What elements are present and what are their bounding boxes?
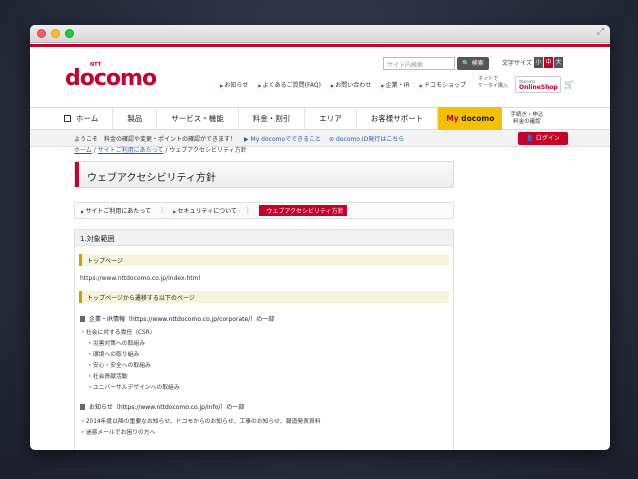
text-size-medium-button[interactable]: 中 (544, 57, 553, 68)
list-item[interactable]: ・安心・安全への取組み (87, 360, 151, 369)
page-title: ウェブアクセシビリティ方針 (87, 173, 216, 184)
tab-separator: | (246, 207, 249, 214)
title-bar: ⤢ (30, 25, 610, 43)
net-purchase-line2: ケータイ購入 (478, 83, 509, 89)
news-heading: お知らせ（https://www.nttdocomo.co.jp/info/）の… (80, 402, 244, 411)
list-item-label: 2014年度以降の重要なお知らせ、ドコモからのお知らせ、工事のお知らせ、報道発表… (85, 419, 321, 425)
section-tabs: サイトご利用にあたって | セキュリティについて | ウェブアクセシビリティ方針 (74, 202, 454, 219)
list-item[interactable]: ・迷惑メールでお困りの方へ (80, 427, 155, 436)
net-purchase-link[interactable]: ネットで ケータイ購入 (478, 76, 508, 90)
list-item[interactable]: ・社会に対する責任（CSR） (80, 327, 156, 336)
text-size-large-button[interactable]: 大 (554, 57, 563, 68)
docomo-logo[interactable]: docomo (65, 66, 157, 91)
text-size-label: 文字サイズ (502, 60, 532, 67)
list-item-label: 災害対策への取組み (92, 341, 145, 347)
link-faq[interactable]: よくあるご質問(FAQ) (258, 80, 321, 89)
subheading-top-page: トップページ (79, 254, 449, 266)
search-button-label: 検索 (471, 60, 484, 67)
link-icon: ⊘ (329, 135, 336, 143)
section-heading: 1.対象範囲 (75, 230, 453, 246)
procedures-line2: 料金の確認 (513, 118, 541, 125)
browser-window: ⤢ NTT docomo サイト内検索 🔍 検索 文字サイズ 小 中 大 お知ら… (30, 25, 610, 450)
list-item[interactable]: ・災害対策への取組み (87, 338, 145, 347)
text-size-small-button[interactable]: 小 (534, 57, 543, 68)
list-item[interactable]: ・2014年度以降の重要なお知らせ、ドコモからのお知らせ、工事のお知らせ、報道発… (80, 416, 321, 425)
docomo-id-link-label: docomo ID発行はこちら (335, 135, 405, 143)
minimize-button[interactable] (51, 29, 60, 38)
breadcrumb-site-use[interactable]: サイトご利用にあたって (98, 147, 164, 154)
online-shop-label: OnlineShop (519, 84, 558, 91)
nav-item-pricing[interactable]: 料金・割引 (239, 107, 306, 130)
mydocomo-prefix: My (446, 114, 459, 123)
close-button[interactable] (37, 29, 46, 38)
nav-item-home[interactable]: ホーム (30, 107, 114, 130)
list-item-label: 環境への取り組み (92, 352, 140, 358)
link-contact[interactable]: お問い合わせ (331, 80, 371, 89)
nav-item-mydocomo[interactable]: My docomo (438, 107, 503, 130)
list-item-label: ユニバーサルデザインへの取組み (92, 385, 180, 391)
nav-item-products[interactable]: 製品 (113, 107, 158, 130)
list-item-label: 社会貢献活動 (92, 374, 128, 380)
nav-item-services[interactable]: サービス・機能 (157, 107, 239, 130)
corporate-ir-heading: 企業・IR情報（https://www.nttdocomo.co.jp/corp… (80, 314, 274, 323)
zoom-button[interactable] (65, 29, 74, 38)
tab-site-use[interactable]: サイトご利用にあたって (81, 206, 151, 215)
search-button[interactable]: 🔍 検索 (457, 57, 489, 70)
subheading-linked-pages: トップページから遷移する以下のページ (79, 291, 449, 303)
site-header: NTT docomo サイト内検索 🔍 検索 文字サイズ 小 中 大 お知らせ … (30, 47, 610, 107)
login-label: ログイン (535, 135, 560, 142)
docomo-id-link[interactable]: ⊘ docomo ID発行はこちら (329, 134, 404, 143)
breadcrumb-current: ウェブアクセシビリティ方針 (169, 147, 247, 154)
link-news[interactable]: お知らせ (220, 80, 248, 89)
fullscreen-icon[interactable]: ⤢ (597, 27, 604, 37)
top-page-url[interactable]: https://www.nttdocomo.co.jp/index.html (80, 275, 200, 282)
login-button[interactable]: 👤 ログイン (518, 132, 568, 145)
tab-separator: | (161, 207, 164, 214)
online-shop-button[interactable]: docomo OnlineShop (515, 76, 561, 93)
link-docomo-shop[interactable]: ドコモショップ (420, 80, 466, 89)
nav-item-support[interactable]: お客様サポート (357, 107, 439, 130)
procedures-line1: 手続き・申込 (510, 111, 544, 118)
tab-accessibility[interactable]: ウェブアクセシビリティ方針 (258, 205, 347, 216)
scope-section: 1.対象範囲 トップページ https://www.nttdocomo.co.j… (74, 229, 454, 450)
list-item[interactable]: ・環境への取り組み (87, 349, 139, 358)
list-item[interactable]: ・社会貢献活動 (87, 371, 128, 380)
site-search-input[interactable]: サイト内検索 (383, 57, 455, 70)
welcome-text: ようこそ 料金の確認や変更・ポイントの確認ができます！ (74, 135, 237, 143)
breadcrumb-home[interactable]: ホーム (74, 147, 92, 154)
list-item-label: 社会に対する責任（CSR） (85, 330, 156, 336)
main-navigation: ホーム 製品 サービス・機能 料金・割引 エリア お客様サポート My doco… (30, 107, 610, 130)
breadcrumb: ホーム / サイトご利用にあたって / ウェブアクセシビリティ方針 (74, 145, 247, 154)
nav-item-procedures[interactable]: 手続き・申込 料金の確認 (502, 112, 543, 126)
nav-item-area[interactable]: エリア (305, 107, 357, 130)
page-title-box: ウェブアクセシビリティ方針 (74, 161, 454, 188)
link-corporate-ir[interactable]: 企業・IR (381, 80, 410, 89)
header-utility-links: お知らせ よくあるご質問(FAQ) お問い合わせ 企業・IR ドコモショップ (220, 80, 466, 89)
person-icon: 👤 (526, 135, 536, 142)
list-item-label: 迷惑メールでお困りの方へ (85, 430, 156, 436)
list-item[interactable]: ・ユニバーサルデザインへの取組み (87, 382, 180, 391)
net-purchase-line1: ネットで (478, 76, 499, 82)
mydocomo-features-link[interactable]: ▶ My docomoでできること (244, 134, 321, 143)
home-icon (64, 115, 71, 122)
cart-icon[interactable]: 🛒 (564, 80, 574, 89)
tab-security[interactable]: セキュリティについて (173, 206, 236, 215)
mydocomo-label: docomo (461, 114, 495, 123)
search-icon: 🔍 (462, 60, 470, 67)
list-item-label: 安心・安全への取組み (92, 363, 151, 369)
